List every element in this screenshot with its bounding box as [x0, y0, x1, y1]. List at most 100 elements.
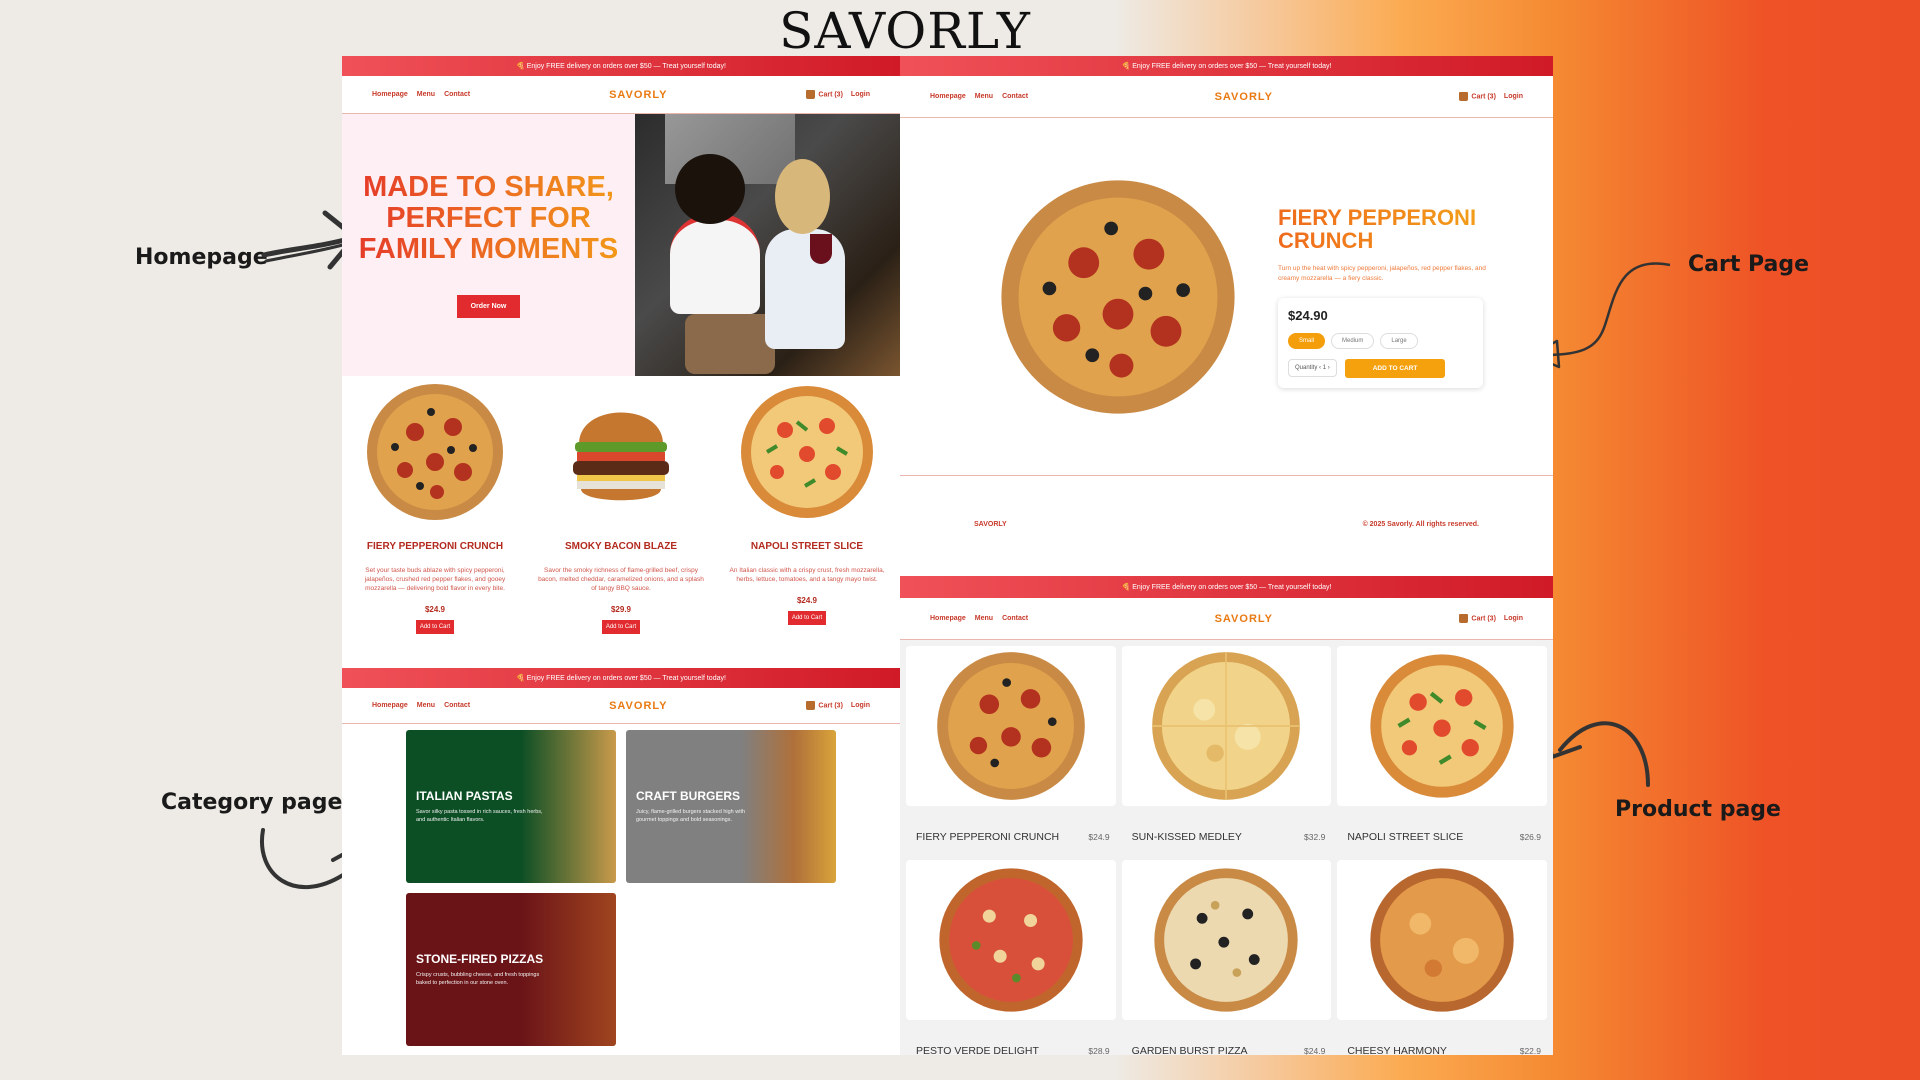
category-card-pastas[interactable]: ITALIAN PASTAS Savor silky pasta tossed …: [406, 730, 616, 883]
nav-contact[interactable]: Contact: [444, 702, 470, 709]
site-logo[interactable]: SAVORLY: [609, 700, 667, 712]
pesto-pizza-image: [939, 868, 1083, 1012]
promo-bar: 🍕 Enjoy FREE delivery on orders over $50…: [342, 56, 900, 76]
product-price: $32.9: [1304, 832, 1326, 842]
product-card: FIERY PEPPERONI CRUNCH Set your taste bu…: [342, 382, 528, 634]
burger-image: [573, 412, 669, 501]
nav-homepage[interactable]: Homepage: [372, 91, 408, 98]
order-now-button[interactable]: Order Now: [456, 295, 521, 318]
category-grid: ITALIAN PASTAS Savor silky pasta tossed …: [342, 724, 900, 1054]
product-price: $26.9: [1519, 832, 1541, 842]
login-link[interactable]: Login: [851, 702, 870, 709]
add-to-cart-button[interactable]: ADD TO CART: [1344, 358, 1446, 378]
login-link[interactable]: Login: [1504, 93, 1523, 100]
navbar: Homepage Menu Contact SAVORLY Cart (3) L…: [342, 76, 900, 114]
pepperoni-pizza-image: [367, 384, 503, 520]
nav-contact[interactable]: Contact: [1002, 615, 1028, 622]
category-page-label: Category page: [161, 790, 343, 815]
category-page-panel: 🍕 Enjoy FREE delivery on orders over $50…: [342, 668, 900, 1055]
nav-homepage[interactable]: Homepage: [930, 615, 966, 622]
nav-menu[interactable]: Menu: [975, 93, 993, 100]
product-tile[interactable]: PESTO VERDE DELIGHT $28.9: [906, 860, 1116, 1055]
add-to-cart-button[interactable]: Add to Cart: [601, 620, 641, 634]
featured-products: FIERY PEPPERONI CRUNCH Set your taste bu…: [342, 376, 900, 634]
product-name: NAPOLI STREET SLICE: [1347, 831, 1464, 843]
napoli-pizza-image: [741, 386, 873, 518]
pepperoni-pizza-image: [1001, 179, 1235, 414]
product-price: $24.9: [424, 605, 446, 614]
navbar: Homepage Menu Contact SAVORLY Cart (3) L…: [900, 598, 1553, 640]
product-grid: FIERY PEPPERONI CRUNCH $24.9 SUN-KISSED M…: [900, 640, 1553, 1055]
category-card-burgers[interactable]: CRAFT BURGERS Juicy, flame-grilled burge…: [626, 730, 836, 883]
product-name: SUN-KISSED MEDLEY: [1131, 831, 1242, 843]
cart-page-panel: 🍕 Enjoy FREE delivery on orders over $50…: [900, 56, 1553, 576]
product-tile[interactable]: FIERY PEPPERONI CRUNCH $24.9: [906, 646, 1116, 854]
pepperoni-pizza-image: [936, 652, 1085, 800]
basket-icon: [1459, 92, 1469, 101]
footer-logo[interactable]: SAVORLY: [974, 521, 1007, 528]
quantity-label: Quantity: [1295, 365, 1318, 371]
size-medium-option[interactable]: Medium: [1331, 332, 1375, 349]
product-description: An Italian classic with a crispy crust, …: [729, 567, 885, 583]
category-title: CRAFT BURGERS: [636, 789, 740, 803]
product-page-label: Product page: [1615, 797, 1781, 822]
product-price: $22.9: [1519, 1046, 1541, 1055]
cheese-pizza-image: [1152, 652, 1301, 800]
cart-link[interactable]: Cart (3): [806, 90, 843, 99]
homepage-label: Homepage: [135, 245, 268, 270]
quantity-value: 1: [1322, 365, 1327, 371]
site-logo[interactable]: SAVORLY: [609, 89, 667, 101]
showcase-title: SAVORLY: [779, 2, 1031, 60]
purchase-card: $24.90 Small Medium Large Quantity ‹ 1 ›…: [1278, 298, 1483, 388]
product-tile[interactable]: SUN-KISSED MEDLEY $32.9: [1121, 646, 1332, 854]
product-title: FIERY PEPPERONI CRUNCH: [1278, 206, 1488, 252]
nav-menu[interactable]: Menu: [975, 615, 993, 622]
nav-menu[interactable]: Menu: [417, 702, 435, 709]
garden-pizza-image: [1154, 868, 1299, 1012]
site-logo[interactable]: SAVORLY: [1215, 613, 1273, 625]
cart-link[interactable]: Cart (3): [1459, 92, 1496, 101]
category-title: ITALIAN PASTAS: [416, 789, 513, 803]
add-to-cart-button[interactable]: Add to Cart: [787, 611, 827, 625]
product-tile[interactable]: NAPOLI STREET SLICE $26.9: [1337, 646, 1547, 854]
napoli-pizza-image: [1370, 654, 1514, 798]
cart-link-label: Cart (3): [1471, 93, 1496, 101]
cart-link[interactable]: Cart (3): [806, 701, 843, 710]
category-description: Juicy, flame-grilled burgers stacked hig…: [636, 809, 746, 823]
product-name: SMOKY BACON BLAZE: [564, 541, 678, 552]
add-to-cart-button[interactable]: Add to Cart: [415, 620, 455, 634]
cart-page-label: Cart Page: [1688, 252, 1810, 277]
product-price: $24.9: [796, 596, 818, 605]
size-small-option[interactable]: Small: [1288, 332, 1326, 349]
navbar: Homepage Menu Contact SAVORLY Cart (3) L…: [342, 688, 900, 724]
quantity-stepper[interactable]: Quantity ‹ 1 ›: [1288, 359, 1337, 377]
product-tile[interactable]: GARDEN BURST PIZZA $24.9: [1121, 860, 1332, 1055]
product-price: $24.90: [1288, 307, 1328, 323]
category-card-pizzas[interactable]: STONE-FIRED PIZZAS Crispy crusts, bubbli…: [406, 893, 616, 1046]
product-price: $29.9: [610, 605, 632, 614]
cart-link-label: Cart (3): [818, 702, 843, 710]
product-tile[interactable]: CHEESY HARMONY $22.9: [1337, 860, 1547, 1055]
basket-icon: [1459, 614, 1469, 623]
size-large-option[interactable]: Large: [1380, 332, 1418, 349]
nav-contact[interactable]: Contact: [1002, 93, 1028, 100]
login-link[interactable]: Login: [851, 91, 870, 98]
nav-homepage[interactable]: Homepage: [930, 93, 966, 100]
nav-menu[interactable]: Menu: [417, 91, 435, 98]
product-page-arrow-icon: [1544, 721, 1650, 787]
nav-contact[interactable]: Contact: [444, 91, 470, 98]
category-description: Savor silky pasta tossed in rich sauces,…: [416, 809, 543, 823]
basket-icon: [806, 701, 816, 710]
product-description: Set your taste buds ablaze with spicy pe…: [364, 567, 506, 592]
navbar: Homepage Menu Contact SAVORLY Cart (3) L…: [900, 76, 1553, 118]
nav-homepage[interactable]: Homepage: [372, 702, 408, 709]
cart-link[interactable]: Cart (3): [1459, 614, 1496, 623]
footer: SAVORLY © 2025 Savorly. All rights reser…: [900, 476, 1553, 572]
hero-section: MADE TO SHARE, PERFECT FOR FAMILY MOMENT…: [342, 114, 900, 376]
site-logo[interactable]: SAVORLY: [1215, 91, 1273, 103]
homepage-panel: 🍕 Enjoy FREE delivery on orders over $50…: [342, 56, 900, 668]
category-description: Crispy crusts, bubbling cheese, and fres…: [416, 972, 540, 986]
login-link[interactable]: Login: [1504, 615, 1523, 622]
cart-link-label: Cart (3): [818, 91, 843, 99]
cheesy-pizza-image: [1370, 868, 1514, 1012]
